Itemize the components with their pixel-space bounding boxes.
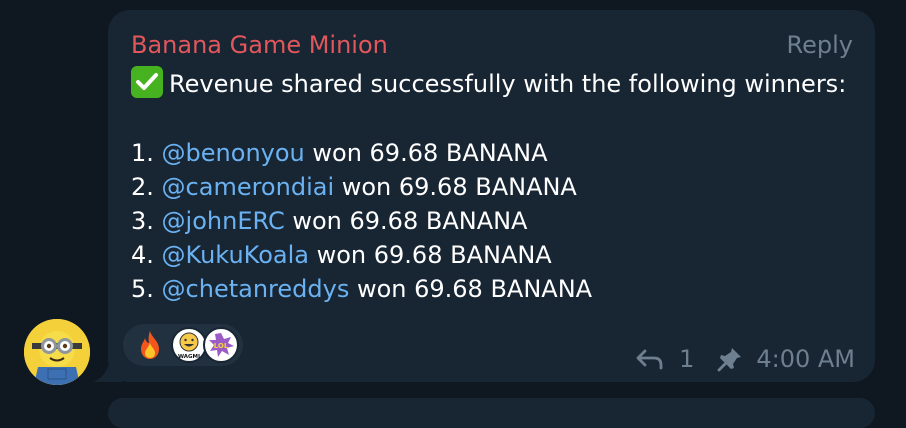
- mention-link[interactable]: @camerondiai: [162, 173, 335, 201]
- winner-item: 5. @chetanreddys won 69.68 BANANA: [131, 275, 593, 303]
- fire-icon[interactable]: [137, 330, 163, 360]
- sender-avatar[interactable]: [24, 319, 90, 385]
- sender-name[interactable]: Banana Game Minion: [131, 30, 388, 60]
- winner-item: 3. @johnERC won 69.68 BANANA: [131, 207, 528, 235]
- reply-count[interactable]: 1: [679, 345, 694, 373]
- mention-link[interactable]: @KukuKoala: [162, 241, 309, 269]
- message-time: 4:00 AM: [756, 345, 855, 373]
- message-bubble[interactable]: Banana Game Minion Reply Revenue shared …: [108, 10, 875, 382]
- reply-button[interactable]: Reply: [787, 30, 853, 60]
- mention-link[interactable]: @chetanreddys: [162, 275, 350, 303]
- svg-text:WAGMI: WAGMI: [178, 354, 200, 360]
- next-message-bubble[interactable]: [108, 398, 875, 428]
- mention-link[interactable]: @johnERC: [162, 207, 285, 235]
- wagmi-sticker-icon[interactable]: WAGMI: [171, 327, 207, 363]
- winner-item: 1. @benonyou won 69.68 BANANA: [131, 139, 548, 167]
- pin-icon: [717, 348, 742, 372]
- message-headline: Revenue shared successfully with the fol…: [131, 66, 846, 101]
- winner-item: 4. @KukuKoala won 69.68 BANANA: [131, 241, 552, 269]
- headline-text: Revenue shared successfully with the fol…: [169, 70, 847, 98]
- check-mark-icon: [131, 66, 163, 98]
- lol-sticker-icon[interactable]: LOL: [203, 327, 239, 363]
- mention-link[interactable]: @benonyou: [162, 139, 305, 167]
- winners-list: 1. @benonyou won 69.68 BANANA 2. @camero…: [131, 136, 592, 306]
- minion-avatar-icon: [24, 319, 90, 385]
- svg-text:LOL: LOL: [214, 342, 229, 350]
- winner-item: 2. @camerondiai won 69.68 BANANA: [131, 173, 577, 201]
- reactions-bar[interactable]: WAGMI LOL: [123, 324, 243, 366]
- message-meta: 1 4:00 AM: [635, 344, 855, 374]
- reply-arrow-icon[interactable]: [635, 348, 663, 370]
